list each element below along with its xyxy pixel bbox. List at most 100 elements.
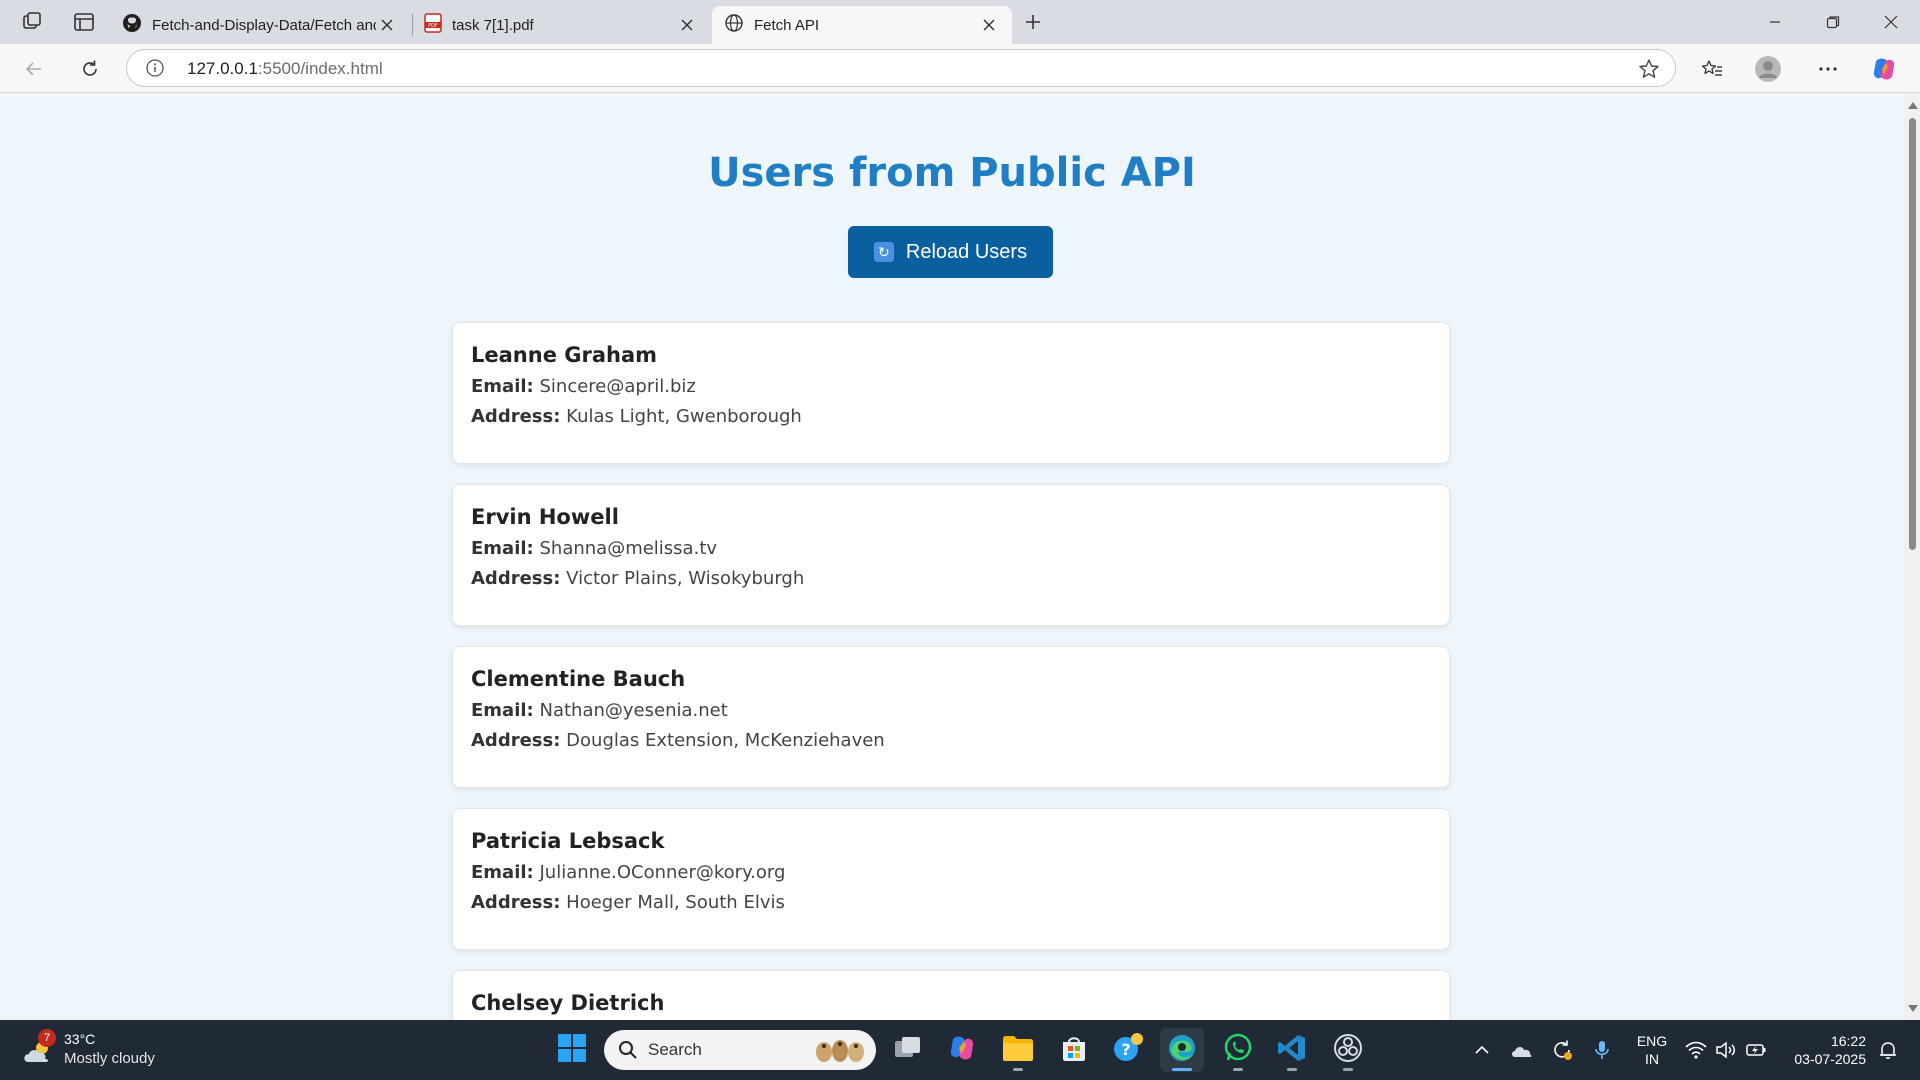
restore-button[interactable] [1804, 0, 1862, 44]
email-label: Email: [471, 376, 534, 397]
profile-avatar-icon[interactable] [1752, 53, 1784, 85]
volume-icon[interactable] [1714, 1038, 1738, 1062]
scroll-down-arrow-icon[interactable] [1908, 1005, 1918, 1012]
region-code: IN [1645, 1051, 1659, 1067]
search-label: Search [648, 1040, 702, 1059]
favorites-icon[interactable] [1696, 53, 1728, 85]
onedrive-icon[interactable] [1510, 1038, 1534, 1062]
url-text[interactable]: 127.0.0.1:5500/index.html [187, 59, 383, 79]
refresh-button[interactable] [74, 53, 106, 85]
user-name: Patricia Lebsack [471, 829, 665, 853]
address-value: Hoeger Mall, South Elvis [566, 892, 785, 913]
tab-title: task 7[1].pdf [452, 16, 534, 34]
system-clock[interactable]: 16:22 03-07-2025 [1782, 1032, 1866, 1068]
obs-app[interactable] [1326, 1028, 1370, 1072]
pdf-icon: PDF [424, 13, 442, 37]
file-explorer-app[interactable] [996, 1028, 1040, 1072]
whatsapp-app[interactable] [1216, 1028, 1260, 1072]
weather-badge: 7 [38, 1029, 56, 1047]
user-name: Clementine Bauch [471, 667, 686, 691]
page-content: Users from Public API ↻ Reload Users Lea… [0, 94, 1904, 1020]
battery-icon[interactable] [1744, 1038, 1768, 1062]
url-path: :5500/index.html [257, 59, 383, 78]
vscode-app[interactable] [1270, 1028, 1314, 1072]
sync-icon[interactable] [1550, 1038, 1574, 1062]
tab-actions-icon[interactable] [70, 8, 98, 36]
vscode-icon [1277, 1033, 1307, 1068]
back-button[interactable] [18, 53, 50, 85]
taskbar-search[interactable]: Search [604, 1030, 876, 1070]
scroll-up-arrow-icon[interactable] [1908, 102, 1918, 109]
user-address: Address: Hoeger Mall, South Elvis [471, 892, 1431, 913]
user-card: Ervin Howell Email: Shanna@melissa.tv Ad… [452, 484, 1450, 626]
page-title: Users from Public API [708, 150, 1196, 196]
whatsapp-icon [1222, 1032, 1254, 1069]
address-bar[interactable]: 127.0.0.1:5500/index.html [126, 49, 1676, 87]
user-address: Address: Victor Plains, Wisokyburgh [471, 568, 1431, 589]
weather-widget[interactable]: 7 33°C Mostly cloudy [22, 1029, 182, 1072]
address-label: Address: [471, 892, 561, 913]
svg-text:PDF: PDF [428, 23, 438, 29]
workspaces-icon[interactable] [18, 8, 46, 36]
user-email: Email: Sincere@april.biz [471, 376, 1431, 397]
svg-text:?: ? [1121, 1040, 1130, 1059]
language-indicator[interactable]: ENG IN [1634, 1032, 1670, 1068]
language-code: ENG [1636, 1033, 1668, 1049]
reload-users-button[interactable]: ↻ Reload Users [848, 226, 1053, 278]
close-tab-icon[interactable] [676, 14, 698, 36]
edge-app[interactable] [1160, 1028, 1204, 1072]
close-tab-icon[interactable] [978, 14, 1000, 36]
github-icon [122, 13, 142, 37]
scrollbar-thumb[interactable] [1909, 118, 1916, 550]
reload-icon: ↻ [873, 242, 894, 262]
user-name: Ervin Howell [471, 505, 619, 529]
user-email: Email: Shanna@melissa.tv [471, 538, 1431, 559]
tab-github[interactable]: Fetch-and-Display-Data/Fetch and [110, 6, 410, 44]
address-label: Address: [471, 406, 561, 427]
start-button[interactable] [550, 1028, 594, 1072]
running-indicator [1013, 1068, 1023, 1071]
site-info-icon[interactable] [145, 58, 165, 78]
copilot-icon[interactable] [1868, 53, 1900, 85]
email-label: Email: [471, 700, 534, 721]
address-label: Address: [471, 730, 561, 751]
folder-icon [1002, 1034, 1034, 1067]
email-value: Shanna@melissa.tv [539, 538, 718, 559]
page-scrollbar[interactable] [1904, 94, 1920, 1020]
running-indicator [1233, 1068, 1243, 1071]
copilot-app[interactable] [940, 1028, 984, 1072]
tab-fetch-api[interactable]: Fetch API [712, 6, 1012, 44]
browser-toolbar: 127.0.0.1:5500/index.html [0, 44, 1920, 93]
tab-pdf[interactable]: PDF task 7[1].pdf [412, 6, 710, 44]
globe-icon [724, 13, 744, 37]
address-value: Douglas Extension, McKenziehaven [566, 730, 885, 751]
user-name: Leanne Graham [471, 343, 658, 367]
clock-date: 03-07-2025 [1794, 1051, 1866, 1067]
clock-time: 16:22 [1830, 1033, 1866, 1049]
notifications-icon[interactable] [1876, 1038, 1900, 1062]
microphone-icon[interactable] [1590, 1038, 1614, 1062]
more-options-icon[interactable] [1812, 53, 1844, 85]
windows-logo-icon [557, 1033, 587, 1068]
help-app[interactable]: ? [1106, 1028, 1150, 1072]
address-label: Address: [471, 568, 561, 589]
email-value: Nathan@yesenia.net [539, 700, 728, 721]
user-card: Leanne Graham Email: Sincere@april.biz A… [452, 322, 1450, 464]
address-value: Victor Plains, Wisokyburgh [566, 568, 805, 589]
wifi-icon[interactable] [1684, 1038, 1708, 1062]
task-view-button[interactable] [886, 1028, 930, 1072]
search-highlight-icon [812, 1036, 868, 1069]
close-tab-icon[interactable] [376, 14, 398, 36]
close-window-button[interactable] [1862, 0, 1920, 44]
user-card: Chelsey Dietrich [452, 970, 1450, 1020]
email-label: Email: [471, 538, 534, 559]
favorite-star-icon[interactable] [1637, 57, 1661, 81]
store-app[interactable] [1052, 1028, 1096, 1072]
help-icon: ? [1112, 1032, 1144, 1069]
running-indicator [1287, 1068, 1297, 1071]
show-hidden-icons-chevron-icon[interactable] [1470, 1038, 1494, 1062]
minimize-button[interactable] [1746, 0, 1804, 44]
new-tab-button[interactable] [1018, 8, 1048, 36]
email-value: Sincere@april.biz [539, 376, 696, 397]
tab-strip: Fetch-and-Display-Data/Fetch and PDF tas… [0, 0, 1920, 44]
